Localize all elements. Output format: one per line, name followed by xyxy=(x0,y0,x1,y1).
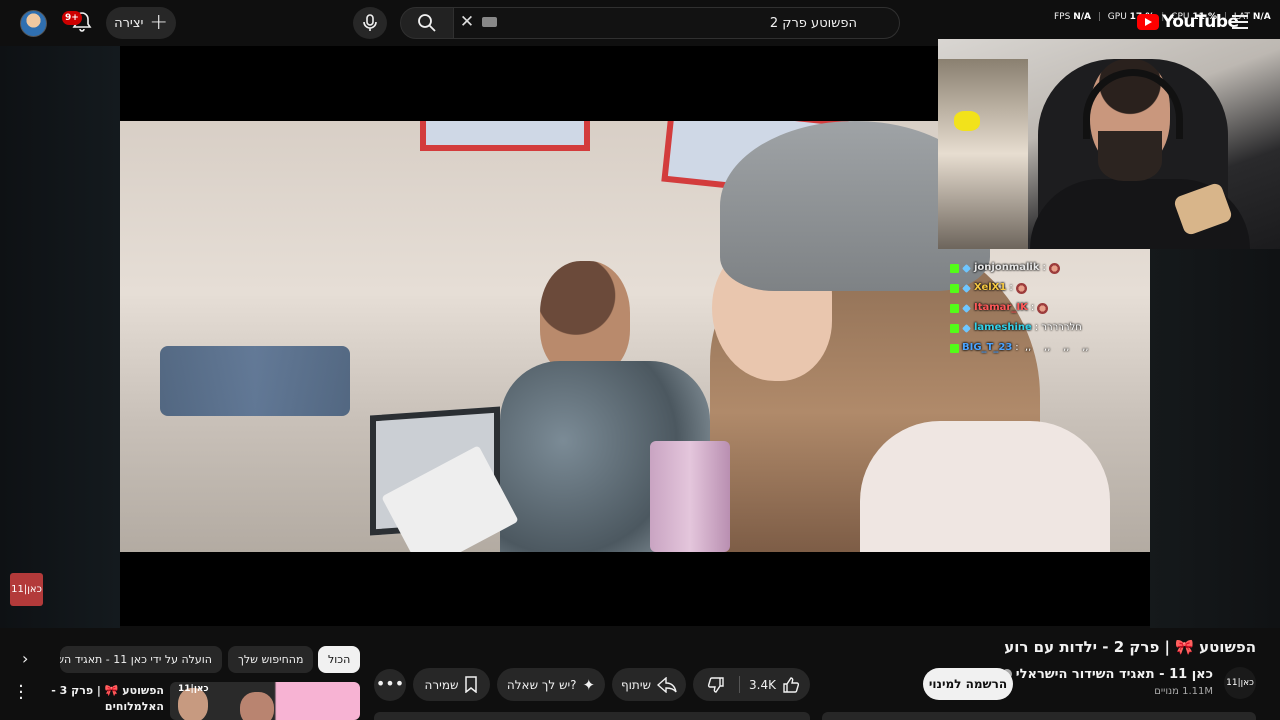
background-chairs xyxy=(160,346,350,416)
recommended-video-thumbnail[interactable]: כאן|11 xyxy=(170,682,360,720)
sub-badge-icon xyxy=(962,263,971,273)
chat-message: jonjonmalik : xyxy=(950,258,1150,278)
channel-watermark[interactable]: כאן|11 xyxy=(10,573,43,606)
microphone-icon xyxy=(363,14,377,31)
like-count: 3.4K xyxy=(749,677,776,692)
sub-badge-icon xyxy=(962,323,971,333)
save-button[interactable]: שמירה xyxy=(413,668,490,701)
chat-message: XelX1 : xyxy=(950,278,1150,298)
like-button[interactable]: 3.4K xyxy=(749,668,800,701)
subscribe-button[interactable]: הרשמה למינוי xyxy=(923,668,1013,700)
stream-chat-overlay: jonjonmalik : XelX1 : Itamar_IK : lamesh… xyxy=(950,258,1150,358)
chat-text: : xyxy=(1030,302,1035,313)
like-dislike-group: 3.4K xyxy=(693,668,810,701)
chat-text: : xyxy=(1015,342,1019,353)
emote-icon xyxy=(1037,302,1049,314)
kick-badge-icon xyxy=(950,303,959,313)
share-label: שיתוף xyxy=(620,677,652,692)
save-label: שמירה xyxy=(424,677,459,692)
more-horizontal-icon: ••• xyxy=(375,674,405,693)
chip-all[interactable]: הכול xyxy=(318,646,361,673)
create-button[interactable]: יצירה + xyxy=(106,7,176,39)
kick-badge-icon xyxy=(950,263,959,273)
fps-label: FPS xyxy=(1054,12,1071,22)
keyboard-icon[interactable] xyxy=(482,17,497,27)
create-label: יצירה xyxy=(114,15,144,31)
thumbnail-channel-logo: כאן|11 xyxy=(178,684,209,694)
chat-text: : חלררררר xyxy=(1034,322,1082,333)
chat-username: lameshine xyxy=(974,322,1032,333)
chat-username: jonjonmalik xyxy=(974,262,1040,273)
voice-search-button[interactable] xyxy=(353,7,387,39)
chat-username: BIG_T_23 xyxy=(962,342,1013,353)
notifications-badge: 9+ xyxy=(62,11,82,25)
emote-icon xyxy=(1048,262,1060,274)
chip-uploaded-by[interactable]: הועלה על ידי כאן 11 - תאגיד השידור xyxy=(60,646,222,673)
chat-username: Itamar_IK xyxy=(974,302,1028,313)
channel-avatar[interactable]: כאן|11 xyxy=(1224,667,1256,699)
youtube-play-icon xyxy=(1137,14,1159,30)
recommended-video-title[interactable]: הפשוטע 🎀 | פרק 3 - האלמלוחים xyxy=(40,683,164,715)
channel-name[interactable]: כאן 11 - תאגיד השידור הישראלי xyxy=(1001,667,1213,682)
bookmark-icon xyxy=(465,676,478,693)
lat-value: N/A xyxy=(1252,12,1271,22)
gpu-label: GPU xyxy=(1107,12,1127,22)
chat-message: BIG_T_23 : ‚‚ ‚‚ ‚‚ ‚‚ xyxy=(950,338,1150,358)
search-button[interactable] xyxy=(400,7,454,39)
chat-text: : xyxy=(1009,282,1013,293)
main-person-shirt xyxy=(860,421,1110,552)
subscriber-count: 1.11M מנויים xyxy=(1154,686,1213,697)
kick-badge-icon xyxy=(950,343,959,353)
fps-value: N/A xyxy=(1073,12,1091,22)
tumbler-cup xyxy=(650,441,730,552)
description-box[interactable] xyxy=(374,712,810,720)
account-avatar[interactable] xyxy=(20,10,47,37)
youtube-logo[interactable]: YouTube xyxy=(1137,12,1239,32)
chat-username: XelX1 xyxy=(974,282,1007,293)
more-actions-button[interactable]: ••• xyxy=(374,669,406,701)
youtube-logo-text: YouTube xyxy=(1162,12,1239,32)
menu-icon[interactable] xyxy=(1232,15,1248,29)
video-title: הפשוטע 🎀 | פרק 2 - ילדות עם רוע xyxy=(1004,638,1256,656)
streamer-webcam xyxy=(938,39,1280,249)
wall-poster xyxy=(420,121,590,151)
plus-icon: + xyxy=(149,10,168,35)
search-icon xyxy=(418,14,436,32)
emote-icon xyxy=(1015,282,1027,294)
clear-search-icon[interactable]: ✕ xyxy=(458,12,476,32)
sub-badge-icon xyxy=(962,303,971,313)
ask-ai-button[interactable]: יש לך שאלה? ✦ xyxy=(497,668,605,701)
chat-message: Itamar_IK : xyxy=(950,298,1150,318)
thumbs-up-icon xyxy=(783,676,800,693)
chevron-right-icon[interactable]: › xyxy=(22,649,28,668)
share-icon xyxy=(657,676,677,693)
sub-badge-icon xyxy=(962,283,971,293)
chip-from-search[interactable]: מהחיפוש שלך xyxy=(228,646,314,673)
more-vertical-icon[interactable]: · · · xyxy=(16,678,26,708)
youtube-watch-page: 9+ יצירה + הפשוטע פרק 2 ✕ FPS N/A | GPU … xyxy=(0,0,1280,720)
thumbs-down-icon xyxy=(707,676,724,693)
channel-name-text: כאן 11 - תאגיד השידור הישראלי xyxy=(1015,667,1213,682)
chat-message: lameshine : חלררררר xyxy=(950,318,1150,338)
ambient-glow-left xyxy=(0,46,120,628)
sparkle-icon: ✦ xyxy=(582,675,596,694)
search-query-text: הפשוטע פרק 2 xyxy=(769,15,857,31)
kick-badge-icon xyxy=(950,323,959,333)
share-button[interactable]: שיתוף xyxy=(612,668,686,701)
chat-text: : xyxy=(1042,262,1046,273)
dislike-button[interactable] xyxy=(707,668,725,701)
comments-box[interactable] xyxy=(822,712,1256,720)
search-input[interactable]: הפשוטע פרק 2 xyxy=(453,7,900,39)
ask-label: יש לך שאלה? xyxy=(506,677,577,692)
emote-icon: ‚‚ ‚‚ ‚‚ ‚‚ xyxy=(1021,342,1089,353)
kick-badge-icon xyxy=(950,283,959,293)
